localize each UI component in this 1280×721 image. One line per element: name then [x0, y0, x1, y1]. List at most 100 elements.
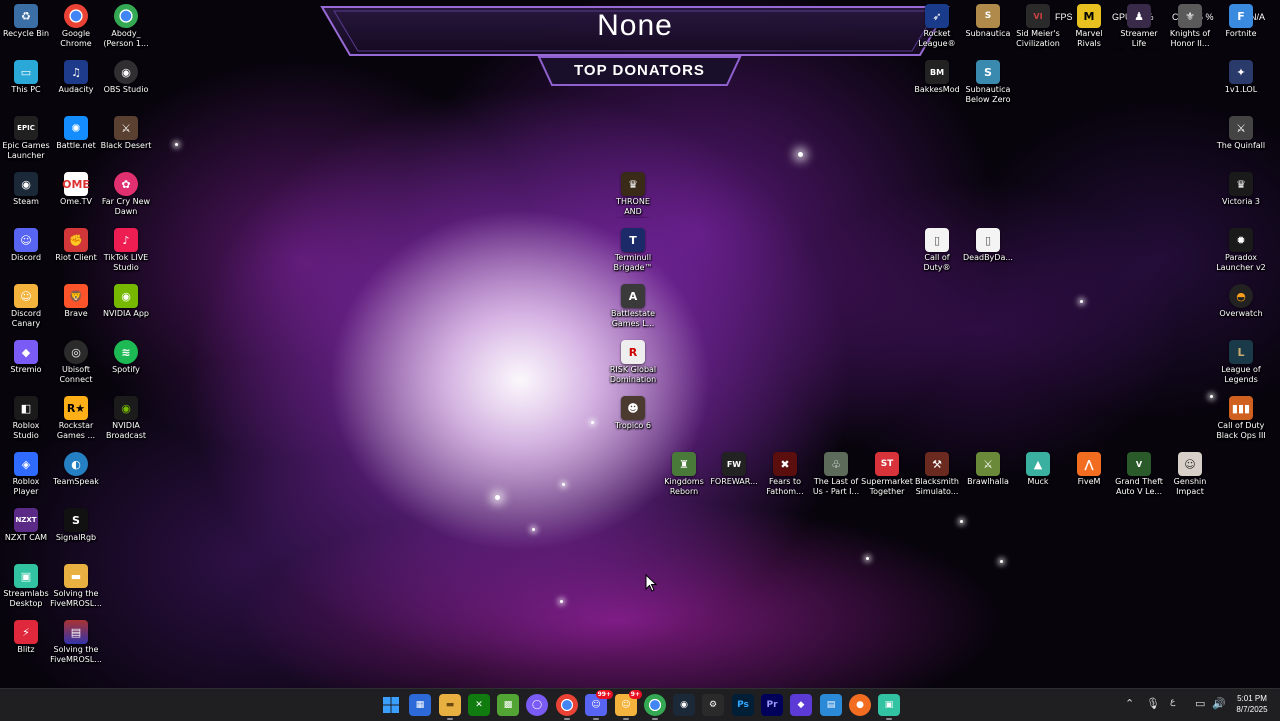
desktop-icon-this-pc[interactable]: ▭ This PC — [0, 56, 52, 95]
desktop[interactable]: None TOP DONATORS FPS GPU 0 % CPU 5 % N/… — [0, 0, 1280, 688]
desktop-icon-league[interactable]: L League of Legends — [1215, 336, 1267, 385]
desktop-icon-roblox-studio[interactable]: ◧ Roblox Studio — [0, 392, 52, 441]
network-icon[interactable]: ▭ — [1195, 697, 1205, 710]
desktop-icon-muck[interactable]: ▲ Muck — [1012, 448, 1064, 487]
minecraft-icon: ▩ — [503, 700, 513, 710]
desktop-icon-riot-client[interactable]: ✊ Riot Client — [50, 224, 102, 263]
taskbar-streamlabs[interactable]: ▣ — [878, 694, 900, 720]
desktop-icon-solving-fivem-1[interactable]: ▬ Solving the FiveMROSL... — [50, 560, 102, 609]
desktop-icon-rocket-league[interactable]: ➶ Rocket League® — [911, 0, 963, 49]
desktop-icon-nzxt-cam[interactable]: NZXT NZXT CAM — [0, 504, 52, 543]
desktop-icon-kingdoms[interactable]: ♜ Kingdoms Reborn — [658, 448, 710, 497]
taskbar-calculator[interactable]: ▤ — [820, 694, 842, 716]
taskbar-file-explorer[interactable]: ▬ — [439, 694, 461, 720]
volume-icon[interactable]: 🔊 — [1212, 697, 1226, 710]
desktop-icon-paradox[interactable]: ✹ Paradox Launcher v2 — [1215, 224, 1267, 273]
desktop-icon-genshin[interactable]: ☺ Genshin Impact — [1164, 448, 1216, 497]
desktop-icon-spotify[interactable]: ≋ Spotify — [100, 336, 152, 375]
desktop-icon-bakkesmod[interactable]: BM BakkesMod — [911, 56, 963, 95]
taskbar-steam[interactable]: ◉ — [673, 694, 695, 716]
desktop-icon-rockstar[interactable]: R★ Rockstar Games ... — [50, 392, 102, 441]
desktop-icon-nvidia-app[interactable]: ◉ NVIDIA App — [100, 280, 152, 319]
desktop-icon-abody[interactable]: Abody_ (Person 1... — [100, 0, 152, 49]
desktop-icon-last-of-us[interactable]: ♧ The Last of Us - Part I... — [810, 448, 862, 497]
language-icon[interactable]: ع — [1170, 697, 1175, 707]
taskbar-stremio[interactable]: ◯ — [526, 694, 548, 716]
desktop-icon-brave[interactable]: 🦁 Brave — [50, 280, 102, 319]
discord-icon: ☺ — [14, 228, 38, 252]
brave-icon: 🦁 — [64, 284, 88, 308]
desktop-icon-throne[interactable]: ♛ THRONE AND LIBERTY — [607, 168, 659, 218]
start-button[interactable] — [380, 694, 402, 716]
desktop-icon-ome-tv[interactable]: OME Ome.TV — [50, 168, 102, 207]
desktop-icon-civ6[interactable]: VI Sid Meier's Civilization VI — [1012, 0, 1064, 50]
desktop-icon-fears[interactable]: ✖ Fears to Fathom... — [759, 448, 811, 497]
desktop-icon-terminull[interactable]: T Terminull Brigade™ — [607, 224, 659, 273]
desktop-icon-supermarket[interactable]: ST Supermarket Together — [861, 448, 913, 497]
taskbar-discord[interactable]: ☺ 99+ — [585, 690, 613, 720]
windows-icon — [383, 697, 399, 713]
gear-icon: ⚙ — [708, 700, 718, 710]
taskbar-chrome-profile[interactable] — [644, 694, 666, 720]
desktop-icon-risk[interactable]: R RISK Global Domination — [607, 336, 659, 385]
desktop-icon-subnautica[interactable]: S Subnautica — [962, 0, 1014, 39]
taskbar-minecraft[interactable]: ▩ — [497, 694, 519, 716]
desktop-icon-streamer-life[interactable]: ♟ Streamer Life Simulator 2 — [1113, 0, 1165, 50]
desktop-icon-tiktok-live[interactable]: ♪ TikTok LIVE Studio — [100, 224, 152, 273]
desktop-icon-knights-honor[interactable]: ⚜ Knights of Honor II... — [1164, 0, 1216, 49]
taskbar-chrome[interactable] — [556, 694, 578, 720]
computer-icon: ▭ — [14, 60, 38, 84]
desktop-icon-cod-bo3[interactable]: ▮▮▮ Call of Duty Black Ops III — [1215, 392, 1267, 441]
desktop-icon-forewarned[interactable]: FW FOREWAR... — [708, 448, 760, 487]
desktop-icon-blacksmith[interactable]: ⚒ Blacksmith Simulato... — [911, 448, 963, 497]
desktop-icon-epic-games[interactable]: EPIC Epic Games Launcher — [0, 112, 52, 161]
desktop-icon-stremio[interactable]: ◆ Stremio — [0, 336, 52, 375]
taskbar-fivem[interactable]: ● — [849, 694, 871, 716]
desktop-icon-streamlabs[interactable]: ▣ Streamlabs Desktop — [0, 560, 52, 609]
desktop-icon-teamspeak[interactable]: ◐ TeamSpeak — [50, 448, 102, 487]
desktop-icon-steam[interactable]: ◉ Steam — [0, 168, 52, 207]
taskbar-widgets[interactable]: ▦ — [409, 694, 431, 716]
victoria3-icon: ♛ — [1229, 172, 1253, 196]
taskbar-settings[interactable]: ⚙ — [702, 694, 724, 716]
desktop-icon-signalrgb[interactable]: S SignalRgb — [50, 504, 102, 543]
desktop-icon-google-chrome[interactable]: Google Chrome — [50, 0, 102, 49]
desktop-icon-overwatch[interactable]: ◓ Overwatch — [1215, 280, 1267, 319]
desktop-icon-far-cry[interactable]: ✿ Far Cry New Dawn — [100, 168, 152, 217]
tray-overflow-chevron-icon[interactable]: ⌃ — [1125, 697, 1134, 710]
taskbar-photoshop[interactable]: Ps — [732, 694, 754, 716]
microphone-icon[interactable]: 🎙 — [1146, 697, 1160, 710]
desktop-icon-quinfall[interactable]: ⚔ The Quinfall — [1215, 112, 1267, 151]
steam-icon: ◉ — [14, 172, 38, 196]
desktop-icon-obs-studio[interactable]: ◉ OBS Studio — [100, 56, 152, 95]
desktop-icon-brawlhalla[interactable]: ⚔ Brawlhalla — [962, 448, 1014, 487]
taskbar-app-diamond[interactable]: ◆ — [790, 694, 812, 716]
desktop-icon-deadbyda[interactable]: ▯ DeadByDa... — [962, 224, 1014, 263]
desktop-icon-discord[interactable]: ☺ Discord — [0, 224, 52, 263]
desktop-icon-tropico[interactable]: ☻ Tropico 6 — [607, 392, 659, 431]
black-desert-icon: ⚔ — [114, 116, 138, 140]
clock[interactable]: 5:01 PM 8/7/2025 — [1228, 693, 1276, 715]
desktop-icon-subnautica-bz[interactable]: S Subnautica Below Zero — [962, 56, 1014, 105]
desktop-icon-nvidia-broadcast[interactable]: ◉ NVIDIA Broadcast — [100, 392, 152, 441]
desktop-icon-1v1-lol[interactable]: ✦ 1v1.LOL — [1215, 56, 1267, 95]
desktop-icon-fortnite[interactable]: F Fortnite — [1215, 0, 1267, 39]
desktop-icon-gta[interactable]: V Grand Theft Auto V Le... — [1113, 448, 1165, 497]
taskbar-xbox[interactable]: ✕ — [468, 694, 490, 716]
desktop-icon-discord-canary[interactable]: ☺ Discord Canary — [0, 280, 52, 329]
desktop-icon-black-desert[interactable]: ⚔ Black Desert — [100, 112, 152, 151]
desktop-icon-battlestate[interactable]: A Battlestate Games L... — [607, 280, 659, 329]
desktop-icon-fivem[interactable]: ⋀ FiveM — [1063, 448, 1115, 487]
desktop-icon-solving-fivem-2[interactable]: ▤ Solving the FiveMROSL... — [50, 616, 102, 665]
desktop-icon-roblox-player[interactable]: ◈ Roblox Player — [0, 448, 52, 497]
taskbar-premiere[interactable]: Pr — [761, 694, 783, 716]
desktop-icon-marvel-rivals[interactable]: M Marvel Rivals — [1063, 0, 1115, 49]
desktop-icon-audacity[interactable]: ♫ Audacity — [50, 56, 102, 95]
desktop-icon-ubisoft[interactable]: ◎ Ubisoft Connect — [50, 336, 102, 385]
desktop-icon-battle-net[interactable]: ✺ Battle.net — [50, 112, 102, 151]
desktop-icon-call-of-duty[interactable]: ▯ Call of Duty® — [911, 224, 963, 273]
desktop-icon-blitz[interactable]: ⚡ Blitz — [0, 616, 52, 655]
desktop-icon-victoria3[interactable]: ♛ Victoria 3 — [1215, 168, 1267, 207]
taskbar-discord-canary[interactable]: ☺ 9+ — [615, 690, 642, 720]
desktop-icon-recycle-bin[interactable]: ♻ Recycle Bin — [0, 0, 52, 39]
